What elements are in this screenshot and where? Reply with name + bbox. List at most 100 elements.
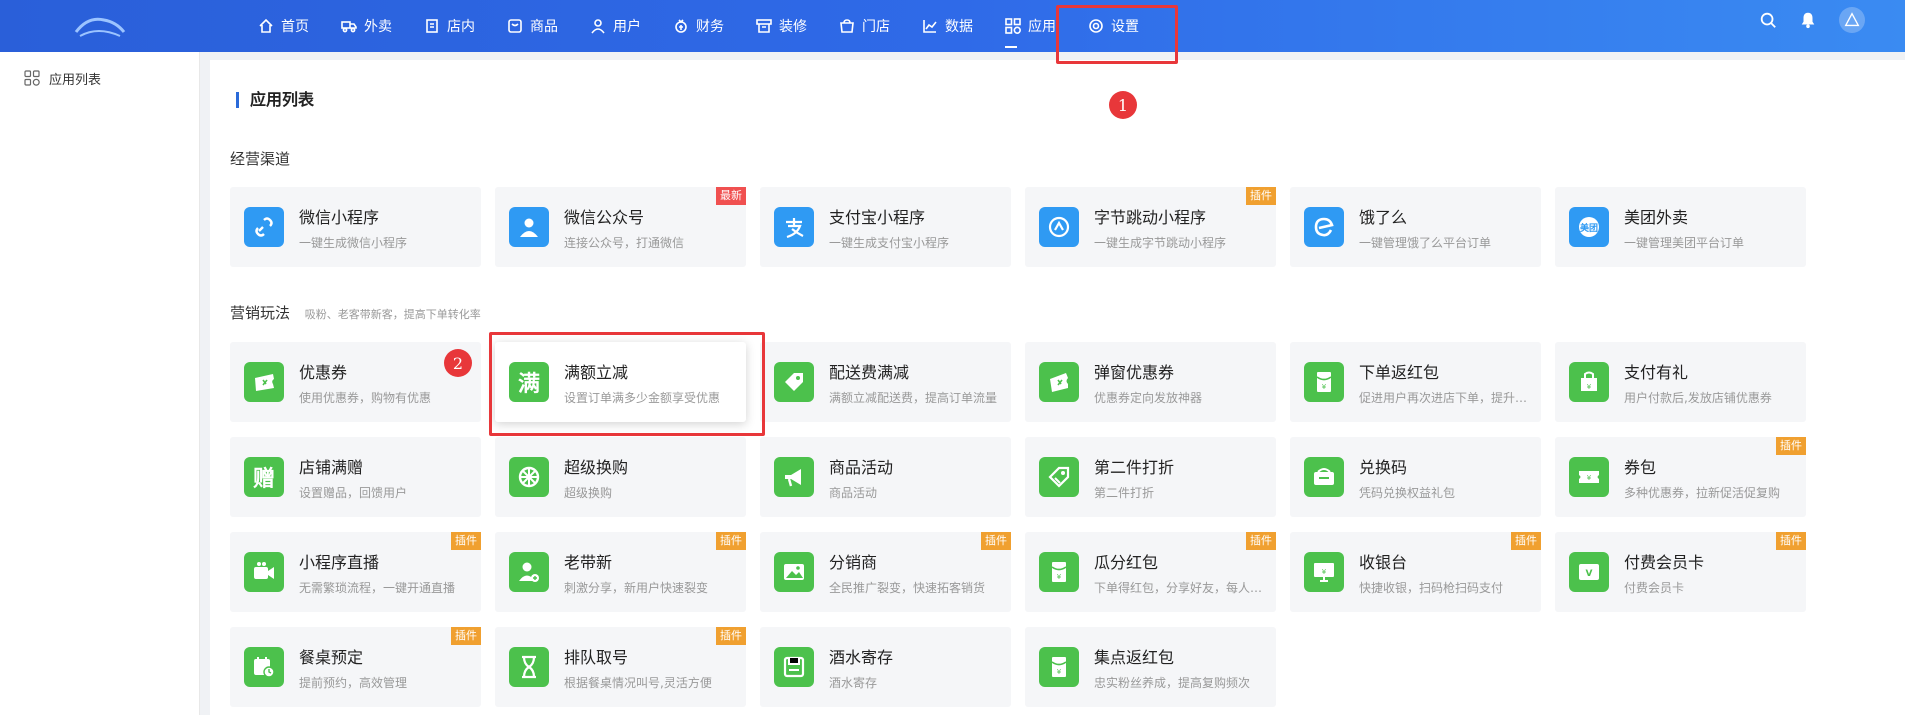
app-card-desc: 根据餐桌情况叫号,灵活方便 (564, 675, 712, 690)
nav-item-label: 装修 (779, 19, 807, 35)
app-card-desc: 酒水寄存 (829, 675, 878, 690)
section-title-text: 经营渠道 (230, 150, 291, 168)
nav-item-5[interactable]: 财务 (673, 0, 742, 52)
nav-item-label: 首页 (281, 19, 309, 35)
apps-icon (24, 70, 40, 86)
app-card-text: 兑换码 凭码兑换权益礼包 (1359, 454, 1537, 501)
app-card-text: 下单返红包 促进用户再次进店下单，提升复购 (1359, 359, 1537, 406)
app-card-name: 收银台 (1359, 552, 1408, 572)
app-card-desc: 一键生成微信小程序 (299, 235, 408, 250)
app-card[interactable]: 字节跳动小程序 一键生成字节跳动小程序 插件 (1025, 187, 1276, 267)
nav-item-7[interactable]: 门店 (839, 0, 908, 52)
app-card[interactable]: 小程序直播 无需繁琐流程，一键开通直播 插件 (230, 532, 481, 612)
app-card[interactable]: ¥ 下单返红包 促进用户再次进店下单，提升复购 (1290, 342, 1541, 422)
app-card-icon (244, 207, 284, 247)
sidebar-item-app-list[interactable]: 应用列表 (0, 52, 199, 104)
app-card[interactable]: 餐桌预定 提前预约，高效管理 插件 (230, 627, 481, 707)
app-card[interactable]: 满满额立减 设置订单满多少金额享受优惠 (495, 342, 746, 422)
top-nav-bar: 首页 外卖 店内 商品 用户 财务 装修 门店 数据 应用 设置 (0, 0, 1905, 52)
app-card[interactable]: 美团 美团外卖 一键管理美团平台订单 (1555, 187, 1806, 267)
app-card-name: 分销商 (829, 552, 878, 572)
nav-item-8[interactable]: 数据 (922, 0, 991, 52)
gear-icon (1089, 19, 1103, 33)
nav-item-2[interactable]: 店内 (424, 0, 493, 52)
app-card[interactable]: 酒水寄存 酒水寄存 (760, 627, 1011, 707)
nav-item-9[interactable]: 应用 (1005, 0, 1074, 52)
app-card-text: 微信小程序 一键生成微信小程序 (299, 204, 477, 251)
nav-item-0[interactable]: 首页 (258, 0, 327, 52)
app-card-name: 商品活动 (829, 457, 894, 477)
app-card-desc: 忠实粉丝养成，提高复购频次 (1094, 675, 1251, 690)
app-card[interactable]: ¥ 收银台 快捷收银，扫码枪扫码支付 插件 (1290, 532, 1541, 612)
nav-item-3[interactable]: 商品 (507, 0, 576, 52)
app-card-desc: 快捷收银，扫码枪扫码支付 (1359, 580, 1504, 595)
nav-item-1[interactable]: 外卖 (341, 0, 410, 52)
app-card-desc: 提前预约，高效管理 (299, 675, 408, 690)
app-card[interactable]: 商品活动 商品活动 (760, 437, 1011, 517)
app-card-badge: 插件 (451, 627, 481, 645)
app-card-name: 支付有礼 (1624, 362, 1689, 382)
nav-item-label: 店内 (447, 19, 475, 35)
app-card[interactable]: ¥ 瓜分红包 下单得红包，分享好友，每人都有 插件 (1025, 532, 1276, 612)
nav-item-4[interactable]: 用户 (590, 0, 659, 52)
app-card-icon: V (1569, 552, 1609, 592)
app-card[interactable]: 兑换码 凭码兑换权益礼包 (1290, 437, 1541, 517)
app-card-desc: 一键管理饿了么平台订单 (1359, 235, 1492, 250)
app-card-name: 排队取号 (564, 647, 629, 667)
app-card[interactable]: 支付宝小程序 一键生成支付宝小程序 (760, 187, 1011, 267)
main-nav: 首页 外卖 店内 商品 用户 财务 装修 门店 数据 应用 设置 (258, 0, 1171, 52)
nav-item-10[interactable]: 设置 (1088, 0, 1157, 52)
app-card[interactable]: 配送费满减 满额立减配送费，提高订单流量 (760, 342, 1011, 422)
app-card[interactable]: ¥ 券包 多种优惠券，拉新促活促复购 插件 (1555, 437, 1806, 517)
eleme-icon (1314, 217, 1334, 237)
search-icon[interactable] (1759, 11, 1777, 29)
app-card-desc: 第二件打折 (1094, 485, 1155, 500)
app-card[interactable]: 老带新 刺激分享，新用户快速裂变 插件 (495, 532, 746, 612)
person-icon (520, 218, 538, 237)
app-card[interactable]: 微信小程序 一键生成微信小程序 (230, 187, 481, 267)
link-icon (255, 217, 273, 237)
app-card-icon: ¥ (1039, 647, 1079, 687)
app-card-text: 超级换购 超级换购 (564, 454, 742, 501)
app-card[interactable]: 赠店铺满赠 设置赠品，回馈用户 (230, 437, 481, 517)
main-content: 应用列表 经营渠道 微信小程序 一键生成微信小程序 微信公众号 连接公众号，打通微信最… (210, 60, 1905, 715)
nav-item-6[interactable]: 装修 (756, 0, 825, 52)
app-card-name: 店铺满赠 (299, 457, 364, 477)
app-card[interactable]: ¥ 集点返红包 忠实粉丝养成，提高复购频次 (1025, 627, 1276, 707)
app-card[interactable]: 分销商 全民推广裂变，快速拓客销货 插件 (760, 532, 1011, 612)
svg-text:¥: ¥ (1587, 383, 1592, 391)
app-card-name: 弹窗优惠券 (1094, 362, 1175, 382)
svg-text:¥: ¥ (1322, 568, 1327, 576)
app-card-icon (774, 647, 814, 687)
bell-icon[interactable] (1799, 11, 1817, 29)
calendar-clock-icon (254, 657, 275, 678)
app-card-icon (244, 362, 284, 402)
gift-bag-icon: ¥ (1581, 371, 1597, 391)
hourglass-icon (522, 655, 536, 679)
video-icon (254, 562, 274, 579)
app-card[interactable]: V 付费会员卡 付费会员卡 插件 (1555, 532, 1806, 612)
app-card[interactable]: 饿了么 一键管理饿了么平台订单 (1290, 187, 1541, 267)
app-card[interactable]: 优惠券 使用优惠券，购物有优惠 (230, 342, 481, 422)
app-card-name: 字节跳动小程序 (1094, 207, 1207, 227)
app-card[interactable]: 超级换购 超级换购 (495, 437, 746, 517)
app-card-badge: 插件 (1776, 437, 1806, 455)
app-card[interactable]: 弹窗优惠券 优惠券定向发放神器 (1025, 342, 1276, 422)
logo-icon[interactable] (70, 10, 130, 42)
app-card-desc: 使用优惠券，购物有优惠 (299, 390, 432, 405)
app-card[interactable]: 排队取号 根据餐桌情况叫号,灵活方便 插件 (495, 627, 746, 707)
avatar[interactable] (1839, 7, 1865, 33)
app-card-icon (774, 207, 814, 247)
svg-text:¥: ¥ (1057, 573, 1062, 581)
app-card-name: 超级换购 (564, 457, 629, 477)
nav-item-label: 用户 (613, 19, 641, 35)
discount-tag-icon (1048, 466, 1070, 488)
app-card-name: 券包 (1624, 457, 1657, 477)
user-add-icon (519, 562, 539, 582)
app-card[interactable]: 微信公众号 连接公众号，打通微信 最新 (495, 187, 746, 267)
vip-card-icon: V (1579, 564, 1599, 580)
app-card-name: 酒水寄存 (829, 647, 894, 667)
app-card[interactable]: 第二件打折 第二件打折 (1025, 437, 1276, 517)
app-card[interactable]: ¥ 支付有礼 用户付款后,发放店铺优惠券 (1555, 342, 1806, 422)
app-card-badge: 最新 (716, 187, 746, 205)
